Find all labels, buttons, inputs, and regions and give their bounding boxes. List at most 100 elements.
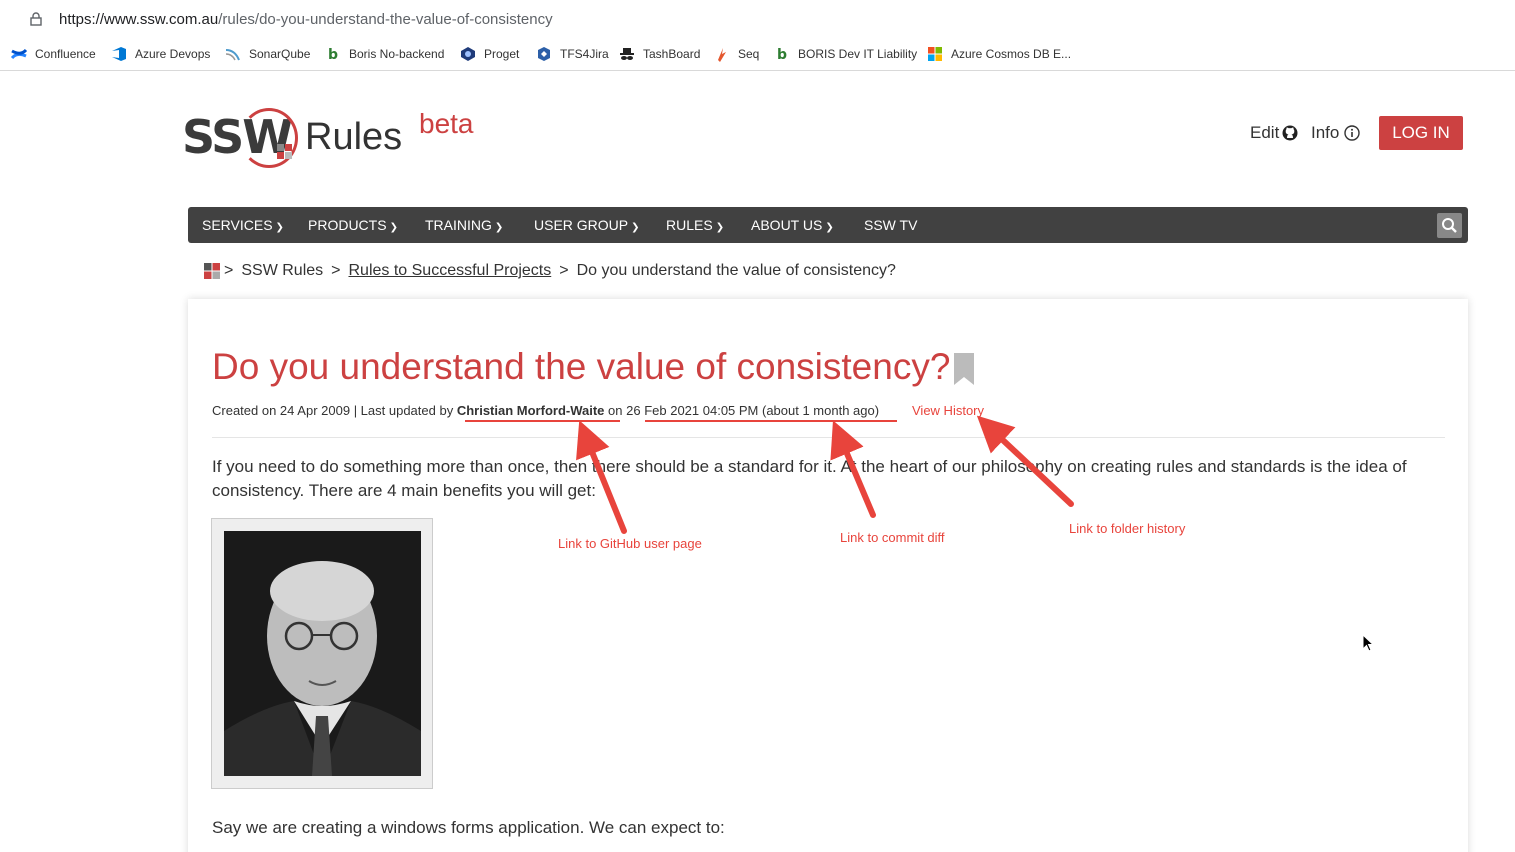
nav-training[interactable]: TRAINING ❯ bbox=[425, 207, 503, 243]
login-button[interactable]: LOG IN bbox=[1379, 116, 1463, 150]
logo-square bbox=[285, 152, 292, 159]
home-icon[interactable] bbox=[204, 263, 220, 279]
annotation-github: Link to GitHub user page bbox=[558, 536, 702, 551]
info-label: Info bbox=[1311, 123, 1340, 142]
breadcrumb-separator: > bbox=[331, 262, 341, 279]
search-button[interactable] bbox=[1437, 213, 1462, 238]
nav-label: ABOUT US bbox=[751, 217, 823, 233]
chevron-down-icon: ❯ bbox=[275, 222, 284, 233]
bookmark-label: Boris No-backend bbox=[349, 47, 445, 61]
url-host: https://www.ssw.com.au bbox=[59, 11, 219, 28]
bookmark-label: Confluence bbox=[35, 47, 96, 61]
url-path: /rules/do-you-understand-the-value-of-co… bbox=[218, 11, 553, 28]
bookmark-label: Azure Devops bbox=[135, 47, 211, 61]
logo-beta-text: beta bbox=[419, 108, 474, 139]
bookmark-seq[interactable]: Seq bbox=[714, 45, 759, 63]
logo-square bbox=[277, 152, 284, 159]
svg-text:b: b bbox=[328, 47, 338, 62]
logo-ring bbox=[240, 108, 298, 168]
bookmark-icon[interactable] bbox=[954, 353, 974, 385]
date-underline bbox=[645, 420, 897, 422]
annotation-commit: Link to commit diff bbox=[840, 530, 945, 545]
edit-link[interactable]: Edit bbox=[1250, 116, 1298, 150]
portrait-image bbox=[224, 531, 421, 776]
breadcrumb-ssw-rules[interactable]: SSW Rules bbox=[241, 262, 323, 280]
nav-ssw-tv[interactable]: SSW TV bbox=[864, 207, 917, 243]
bookmark-boris-no-backend[interactable]: b Boris No-backend bbox=[325, 45, 444, 63]
tashboard-icon bbox=[620, 48, 634, 60]
nav-label: SERVICES bbox=[202, 217, 273, 233]
nav-user-group[interactable]: USER GROUP ❯ bbox=[534, 207, 640, 243]
divider bbox=[212, 437, 1445, 438]
breadcrumb: > SSW Rules > Rules to Successful Projec… bbox=[204, 261, 896, 281]
intro-paragraph: If you need to do something more than on… bbox=[212, 457, 1407, 500]
url-text[interactable]: https://www.ssw.com.au/rules/do-you-unde… bbox=[59, 11, 553, 28]
rule-meta: Created on 24 Apr 2009 | Last updated by… bbox=[212, 403, 879, 418]
followup-paragraph: Say we are creating a windows forms appl… bbox=[212, 818, 725, 837]
seq-icon bbox=[718, 48, 726, 62]
bookmark-confluence[interactable]: Confluence bbox=[11, 45, 96, 63]
bookmark-azure-devops[interactable]: Azure Devops bbox=[111, 45, 210, 63]
edit-label: Edit bbox=[1250, 123, 1280, 142]
bookmark-label: TFS4Jira bbox=[560, 47, 609, 61]
main-nav: SERVICES ❯ PRODUCTS ❯ TRAINING ❯ USER GROUP… bbox=[188, 207, 1468, 243]
tfs4jira-icon bbox=[538, 47, 550, 61]
breadcrumb-separator: > bbox=[224, 262, 234, 279]
bookmark-label: SonarQube bbox=[249, 47, 311, 61]
nav-label: RULES bbox=[666, 217, 713, 233]
logo-rules-text: Rules bbox=[305, 116, 403, 158]
portrait-image-frame bbox=[211, 518, 433, 789]
breadcrumb-separator: > bbox=[559, 262, 569, 279]
chevron-down-icon: ❯ bbox=[389, 222, 398, 233]
logo-square bbox=[277, 144, 284, 151]
bookmark-boris-dev-it-liability[interactable]: b BORIS Dev IT Liability bbox=[774, 45, 917, 63]
updated-label: | Last updated by bbox=[353, 403, 454, 418]
search-icon bbox=[1442, 218, 1457, 233]
bookmark-label: Azure Cosmos DB E... bbox=[951, 47, 1072, 61]
chevron-down-icon: ❯ bbox=[825, 222, 834, 233]
breadcrumb-category-link[interactable]: Rules to Successful Projects bbox=[348, 262, 551, 280]
nav-label: PRODUCTS bbox=[308, 217, 387, 233]
nav-label: SSW TV bbox=[864, 217, 918, 233]
nav-services[interactable]: SERVICES ❯ bbox=[202, 207, 284, 243]
nav-about-us[interactable]: ABOUT US ❯ bbox=[751, 207, 834, 243]
commit-date-link[interactable]: 26 Feb 2021 04:05 PM (about 1 month ago) bbox=[626, 403, 879, 418]
bookmark-sonarqube[interactable]: SonarQube bbox=[225, 45, 310, 63]
bookmark-label: Seq bbox=[738, 47, 760, 61]
bookmark-tfs4jira[interactable]: TFS4Jira bbox=[536, 45, 609, 63]
rule-title: Do you understand the value of consisten… bbox=[212, 346, 951, 387]
address-bar[interactable]: https://www.ssw.com.au/rules/do-you-unde… bbox=[0, 0, 1515, 38]
confluence-icon bbox=[11, 48, 27, 60]
view-history-link[interactable]: View History bbox=[912, 403, 984, 418]
author-link[interactable]: Christian Morford-Waite bbox=[457, 403, 605, 418]
boris-icon: b bbox=[328, 47, 338, 62]
breadcrumb-current: Do you understand the value of consisten… bbox=[576, 262, 896, 279]
info-link[interactable]: Info bbox=[1311, 116, 1361, 150]
annotation-folder: Link to folder history bbox=[1069, 521, 1186, 536]
ssw-rules-logo[interactable]: SSW Rules beta bbox=[182, 104, 492, 174]
github-icon bbox=[1282, 125, 1298, 141]
boris-icon: b bbox=[777, 47, 787, 62]
chevron-down-icon: ❯ bbox=[631, 222, 640, 233]
meta-on: on bbox=[608, 403, 623, 418]
chevron-down-icon: ❯ bbox=[494, 222, 504, 233]
nav-label: TRAINING bbox=[425, 217, 492, 233]
microsoft-icon bbox=[928, 47, 942, 61]
info-icon bbox=[1344, 125, 1361, 141]
lock-icon bbox=[30, 12, 42, 26]
proget-icon bbox=[461, 47, 475, 61]
bookmark-tashboard[interactable]: TashBoard bbox=[619, 45, 700, 63]
author-underline bbox=[465, 420, 620, 422]
svg-text:b: b bbox=[777, 47, 787, 62]
azure-devops-icon bbox=[112, 47, 126, 61]
chevron-down-icon: ❯ bbox=[715, 222, 725, 233]
bookmark-label: Proget bbox=[484, 47, 520, 61]
bookmark-azure-cosmos[interactable]: Azure Cosmos DB E... bbox=[927, 45, 1071, 63]
bookmark-label: BORIS Dev IT Liability bbox=[798, 47, 918, 61]
nav-rules[interactable]: RULES ❯ bbox=[666, 207, 724, 243]
nav-products[interactable]: PRODUCTS ❯ bbox=[308, 207, 398, 243]
nav-label: USER GROUP bbox=[534, 217, 629, 233]
bookmark-label: TashBoard bbox=[643, 47, 701, 61]
mouse-cursor-icon bbox=[1362, 634, 1374, 652]
bookmark-proget[interactable]: Proget bbox=[460, 45, 519, 63]
